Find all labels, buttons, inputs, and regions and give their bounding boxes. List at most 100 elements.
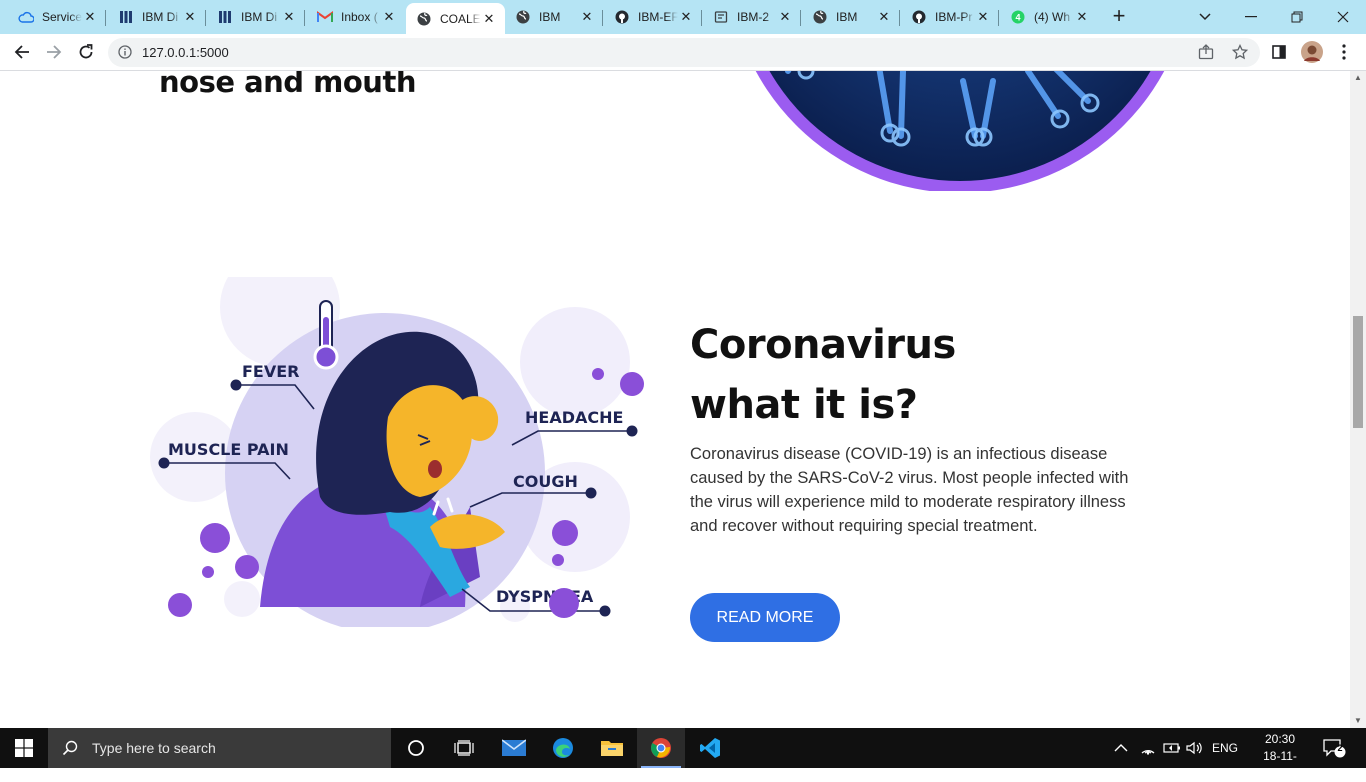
network-status[interactable] <box>1140 728 1156 768</box>
cloud-icon <box>18 9 34 25</box>
grid-icon <box>217 9 233 25</box>
close-tab-icon[interactable]: ✕ <box>82 9 98 25</box>
windows-taskbar: Type here to search ENG 20:30 18-11-2022… <box>0 728 1366 780</box>
mail-icon <box>502 739 526 756</box>
page-scrollbar[interactable]: ▲ ▼ <box>1350 71 1366 728</box>
github-icon <box>614 9 630 25</box>
browser-toolbar: 127.0.0.1:5000 <box>0 34 1366 71</box>
close-tab-icon[interactable]: ✕ <box>975 9 991 25</box>
bookmark-star-icon[interactable] <box>1231 43 1249 65</box>
svg-text:4: 4 <box>1015 13 1020 23</box>
web-page: nose and mouth FEVER MUSCLE PAIN HEADACH… <box>0 71 1350 728</box>
kebab-menu-icon <box>1342 44 1346 60</box>
close-window-button[interactable] <box>1320 0 1366 34</box>
tab-ibm-ef[interactable]: IBM-EF ✕ <box>604 3 702 31</box>
menu-button[interactable] <box>1330 38 1358 66</box>
tab-ibm-di-2[interactable]: IBM Di ✕ <box>207 3 305 31</box>
vscode-icon <box>700 738 720 758</box>
tab-ibm-1[interactable]: IBM ✕ <box>505 3 603 31</box>
vscode-app-button[interactable] <box>686 728 734 768</box>
section-description: Coronavirus disease (COVID-19) is an inf… <box>690 445 1129 535</box>
label-headache: HEADACHE <box>525 408 623 427</box>
file-explorer-button[interactable] <box>588 728 636 768</box>
speaker-icon <box>1186 741 1202 755</box>
forward-button[interactable] <box>40 38 68 66</box>
gmail-icon <box>317 9 333 25</box>
close-tab-icon[interactable]: ✕ <box>579 9 595 25</box>
covid-symptoms-illustration: FEVER MUSCLE PAIN HEADACHE COUGH DYSPNOE… <box>150 277 644 627</box>
taskbar-clock[interactable]: 20:30 18-11-2022 <box>1252 731 1308 782</box>
scrollbar-thumb[interactable] <box>1353 316 1363 428</box>
previous-section-heading: nose and mouth <box>159 71 416 99</box>
volume-control[interactable] <box>1186 728 1204 768</box>
virus-image <box>755 71 1165 191</box>
tab-ibm-di-1[interactable]: IBM Di ✕ <box>108 3 206 31</box>
edge-app-button[interactable] <box>539 728 587 768</box>
taskbar-search-placeholder: Type here to search <box>92 740 216 756</box>
side-panel-icon <box>1272 45 1286 59</box>
back-button[interactable] <box>8 38 36 66</box>
address-bar[interactable]: 127.0.0.1:5000 <box>108 38 1260 67</box>
minimize-icon <box>1245 16 1257 18</box>
close-tab-icon[interactable]: ✕ <box>182 9 198 25</box>
close-tab-icon[interactable]: ✕ <box>481 11 497 27</box>
start-button[interactable] <box>0 728 48 768</box>
folder-icon <box>601 741 623 756</box>
grid-icon <box>118 9 134 25</box>
close-tab-icon[interactable]: ✕ <box>876 9 892 25</box>
close-tab-icon[interactable]: ✕ <box>777 9 793 25</box>
cortana-button[interactable] <box>392 728 440 768</box>
tray-chevron[interactable] <box>1114 728 1128 768</box>
tab-ibm-2[interactable]: IBM-2 ✕ <box>703 3 801 31</box>
info-icon[interactable] <box>118 45 132 64</box>
wifi-icon <box>1141 750 1155 755</box>
edge-icon <box>553 738 573 758</box>
github-icon <box>911 9 927 25</box>
globe-icon <box>515 9 531 25</box>
label-cough: COUGH <box>513 472 578 491</box>
virus-particles <box>168 588 579 618</box>
battery-icon <box>1163 743 1180 753</box>
arrow-left-icon <box>14 45 29 59</box>
label-muscle-pain: MUSCLE PAIN <box>168 440 289 459</box>
chrome-icon <box>651 738 671 758</box>
task-view-button[interactable] <box>440 728 488 768</box>
close-tab-icon[interactable]: ✕ <box>678 9 694 25</box>
search-icon <box>62 740 78 756</box>
input-language[interactable]: ENG <box>1212 728 1238 768</box>
scroll-up-arrow-icon[interactable]: ▲ <box>1350 71 1366 85</box>
tab-service[interactable]: Service ✕ <box>8 3 106 31</box>
scroll-down-arrow-icon[interactable]: ▼ <box>1350 714 1366 728</box>
chevron-up-icon <box>1114 744 1128 752</box>
doc-icon <box>713 9 729 25</box>
close-tab-icon[interactable]: ✕ <box>381 9 397 25</box>
mail-app-button[interactable] <box>490 728 538 768</box>
section-heading: Coronavirus what it is? <box>690 322 956 428</box>
close-tab-icon[interactable]: ✕ <box>281 9 297 25</box>
globe-icon <box>416 11 432 27</box>
tab-ibm-2nd[interactable]: IBM ✕ <box>802 3 900 31</box>
share-icon[interactable] <box>1198 44 1214 65</box>
reload-icon <box>79 44 93 59</box>
tab-search-button[interactable] <box>1182 0 1228 34</box>
tab-inbox[interactable]: Inbox ( ✕ <box>307 3 405 31</box>
profile-avatar-button[interactable] <box>1298 38 1326 66</box>
new-tab-button[interactable]: + <box>1108 5 1130 28</box>
reload-button[interactable] <box>72 38 100 66</box>
close-tab-icon[interactable]: ✕ <box>1074 9 1090 25</box>
restore-icon <box>1291 11 1303 23</box>
minimize-button[interactable] <box>1228 0 1274 34</box>
address-url[interactable]: 127.0.0.1:5000 <box>142 45 229 60</box>
task-view-icon <box>454 740 474 756</box>
read-more-button[interactable]: READ MORE <box>690 593 840 642</box>
restore-button[interactable] <box>1274 0 1320 34</box>
notification-count: 2 <box>1337 743 1343 753</box>
chrome-app-button[interactable] <box>637 728 685 768</box>
notification-center-button[interactable]: 2 <box>1322 728 1346 768</box>
taskbar-search-box[interactable]: Type here to search <box>48 728 391 768</box>
side-panel-button[interactable] <box>1265 38 1293 66</box>
tab-whatsapp[interactable]: 4 (4) Wh ✕ <box>1000 3 1098 31</box>
tab-coale-active[interactable]: COALE ✕ <box>406 3 505 34</box>
tab-ibm-pr[interactable]: IBM-Pr ✕ <box>901 3 999 31</box>
battery-status[interactable] <box>1163 728 1181 768</box>
